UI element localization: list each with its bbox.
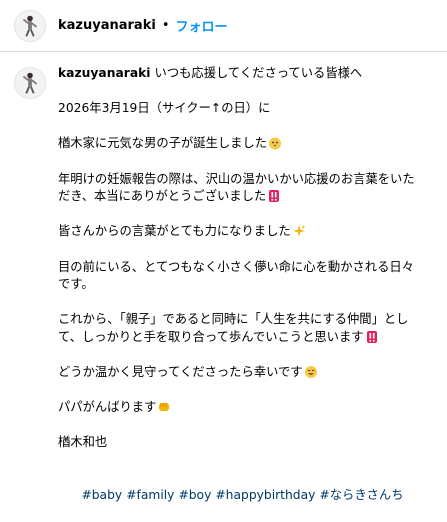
- double-exclamation-icon: [269, 190, 280, 203]
- hashtag-row: #baby #family #boy #happybirthday #ならきさんち: [58, 470, 424, 522]
- header-avatar[interactable]: [14, 9, 46, 42]
- separator-dot: •: [161, 18, 170, 33]
- more-options-icon[interactable]: [411, 16, 431, 36]
- caption-paragraph: 楢木和也: [58, 435, 108, 450]
- person-photo-icon: [15, 68, 45, 98]
- baby-chick-icon: [269, 137, 282, 150]
- sparkles-icon: [292, 225, 306, 238]
- caption-paragraph-text: 年明けの妊娠報告の際は、沢山の温かいかい応援のお言葉をいただき、本当にありがとう…: [58, 171, 415, 204]
- caption-paragraph-text: パパがんばります: [58, 400, 157, 415]
- caption-body: kazuyanaraki いつも応援してくださっている皆様へ 2026年3月19日…: [58, 65, 424, 522]
- caption-paragraph-text: 皆さんからの言葉がとても力になりました: [58, 224, 291, 239]
- double-exclamation-icon: [366, 330, 377, 343]
- hashtag-link[interactable]: #boy: [178, 488, 211, 502]
- caption-paragraph-text: これから、「親子」であると同時に「人生を共にする仲間」として、しっかりと手を取り…: [58, 312, 409, 344]
- caption-paragraph-text: 楢木家に元気な男の子が誕生しました: [58, 136, 268, 151]
- follow-button[interactable]: フォロー: [175, 16, 227, 35]
- caption-paragraph: 年明けの妊娠報告の際は、沢山の温かいかい応援のお言葉をいただき、本当にありがとう…: [58, 171, 424, 206]
- caption-first-line: kazuyanaraki いつも応援してくださっている皆様へ: [58, 65, 424, 83]
- caption-paragraph: 目の前にいる、とてつもなく小さく儚い命に心を動かされる日々です。: [58, 259, 414, 292]
- caption-greeting: いつも応援してくださっている皆様へ: [154, 66, 363, 80]
- fist-bump-icon: [159, 403, 170, 412]
- hashtag-link[interactable]: #family: [126, 488, 174, 502]
- hashtag-link[interactable]: #happybirthday: [215, 488, 315, 502]
- caption-paragraph: 2026年3月19日（サイクー↑の日）に: [58, 101, 271, 116]
- caption-paragraph: どうか温かく見守ってくださったら幸いです: [58, 364, 424, 382]
- smiling-face-icon: [304, 366, 317, 379]
- caption-username[interactable]: kazuyanaraki: [58, 66, 151, 80]
- hashtag-link[interactable]: #ならきさんち: [319, 488, 403, 502]
- hashtag-link[interactable]: #baby: [81, 488, 122, 502]
- caption: kazuyanaraki いつも応援してくださっている皆様へ 2026年3月19日…: [0, 52, 447, 522]
- person-photo-icon: [15, 10, 45, 41]
- post-header: kazuyanaraki • フォロー: [0, 0, 447, 52]
- caption-avatar[interactable]: [14, 67, 46, 99]
- caption-paragraph: 皆さんからの言葉がとても力になりました: [58, 223, 424, 241]
- caption-paragraph: パパがんばります: [58, 399, 424, 417]
- caption-paragraph: 楢木家に元気な男の子が誕生しました: [58, 135, 424, 153]
- caption-paragraph: これから、「親子」であると同時に「人生を共にする仲間」として、しっかりと手を取り…: [58, 311, 424, 346]
- caption-paragraph-text: どうか温かく見守ってくださったら幸いです: [58, 365, 303, 380]
- header-username[interactable]: kazuyanaraki: [58, 18, 156, 33]
